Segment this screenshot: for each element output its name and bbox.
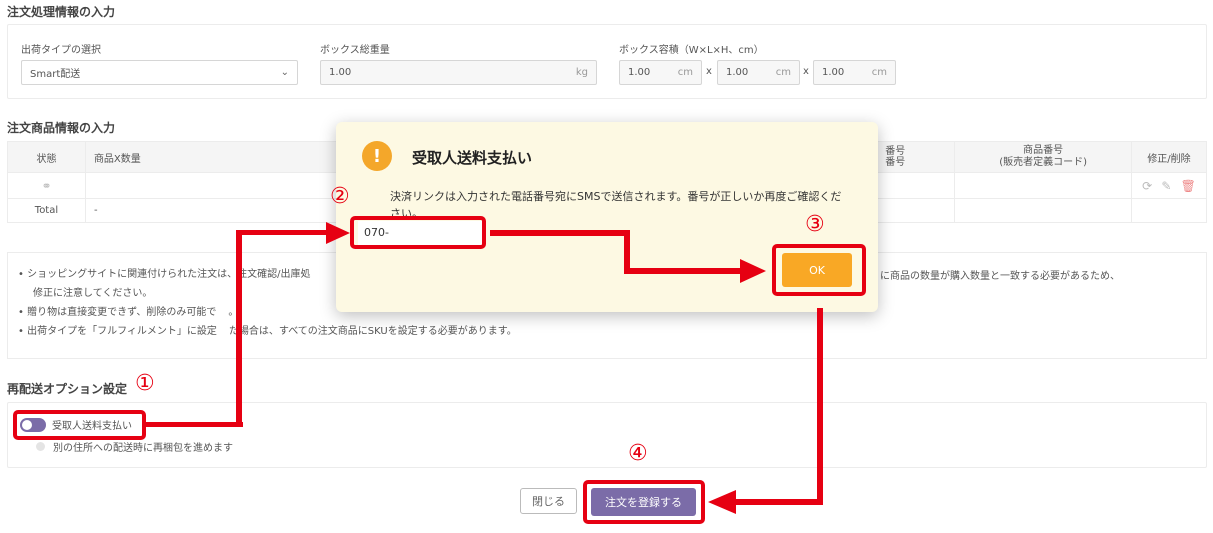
col-status: 状態 [7, 141, 86, 173]
annotation-line [236, 230, 242, 427]
dialog-message: 決済リンクは入力された電話番号宛にSMSで送信されます。番号が正しいか再度ご確認… [390, 190, 842, 216]
box-height-value: 1.00 [822, 67, 845, 78]
order-section-title: 注文処理情報の入力 [7, 5, 116, 19]
col-partial-line1: 番号 [885, 146, 906, 157]
box-width-value: 1.00 [628, 67, 651, 78]
arrow-right-icon [740, 259, 766, 283]
arrow-right-icon [326, 222, 350, 244]
note-line-2-text: • 贈り物は直接変更できず、削除のみ可能で [18, 307, 217, 318]
annotation-number-3: ③ [805, 212, 825, 237]
box-length-value: 1.00 [726, 67, 749, 78]
cm-unit: cm [775, 67, 791, 78]
box-height-input[interactable]: 1.00 cm [813, 60, 896, 85]
annotation-number-4: ④ [628, 441, 648, 466]
repack-radio[interactable] [36, 442, 45, 451]
box-length-input[interactable]: 1.00 cm [717, 60, 800, 85]
edit-icon[interactable]: ✎ [1161, 179, 1171, 193]
redelivery-title: 再配送オプション設定 [7, 382, 128, 396]
annotation-box-3 [772, 244, 866, 296]
cm-unit: cm [677, 67, 693, 78]
repack-label: 別の住所への配送時に再梱包を進めます [53, 443, 233, 454]
note-line-1-text: • ショッピングサイトに関連付けられた注文は、注文確認/出庫処 [18, 269, 311, 280]
annotation-line [735, 499, 823, 505]
shipping-type-select[interactable]: Smart配送 ⌄ [21, 60, 298, 85]
refresh-icon[interactable]: ⟳ [1142, 179, 1152, 193]
box-weight-unit: kg [575, 67, 588, 78]
order-panel: 出荷タイプの選択 Smart配送 ⌄ ボックス総重量 1.00 kg ボックス容… [7, 24, 1207, 99]
note-line-3-tail: た場合は、すべての注文商品にSKUを設定する必要があります。 [228, 326, 517, 337]
box-width-input[interactable]: 1.00 cm [619, 60, 702, 85]
box-weight-input[interactable]: 1.00 kg [320, 60, 597, 85]
actions-cell: ⟳ ✎ 🗑 [1131, 172, 1207, 199]
chevron-down-icon: ⌄ [280, 67, 289, 78]
shipping-type-value: Smart配送 [30, 69, 81, 80]
annotation-number-2: ② [330, 184, 350, 209]
total-empty-cell [1131, 198, 1207, 223]
redelivery-panel [7, 402, 1207, 468]
note-line-3-text: • 出荷タイプを「フルフィルメント」に設定 [18, 326, 217, 337]
shipping-type-label: 出荷タイプの選択 [21, 45, 101, 56]
col-seller-code-line1: 商品番号 [1023, 145, 1064, 156]
link-cell: ⚭ [7, 172, 86, 199]
annotation-box-1 [13, 410, 146, 440]
link-icon: ⚭ [41, 178, 52, 193]
box-weight-label: ボックス総重量 [320, 45, 390, 56]
arrow-left-icon [708, 490, 736, 514]
trash-icon[interactable]: 🗑 [1181, 179, 1196, 193]
dialog-title: 受取人送料支払い [412, 149, 533, 167]
items-section-title: 注文商品情報の入力 [7, 121, 116, 135]
x-separator: x [803, 66, 809, 77]
col-edit-delete: 修正/削除 [1131, 141, 1207, 173]
seller-code-cell [954, 172, 1133, 199]
annotation-number-1: ① [135, 371, 155, 396]
box-weight-value: 1.00 [329, 67, 352, 78]
note-line-3: • 出荷タイプを「フルフィルメント」に設定 た場合は、すべての注文商品にSKUを設… [18, 322, 1196, 341]
annotation-line [624, 268, 744, 274]
x-separator: x [706, 66, 712, 77]
annotation-line [236, 230, 336, 235]
close-button[interactable]: 閉じる [520, 488, 577, 514]
annotation-line [146, 422, 243, 427]
annotation-box-4 [583, 480, 705, 524]
cm-unit: cm [871, 67, 887, 78]
note-line-1-right: に商品の数量が購入数量と一致する必要があるため、 [880, 271, 1120, 282]
col-seller-code-line2: (販売者定義コード) [999, 157, 1087, 168]
annotation-line [817, 308, 823, 505]
col-partial-line2: 番号 [885, 157, 906, 168]
warning-icon: ! [362, 141, 392, 171]
repack-option-row[interactable]: 別の住所への配送時に再梱包を進めます [36, 439, 233, 454]
annotation-box-2 [350, 216, 486, 249]
total-label: Total [7, 198, 86, 223]
col-seller-code: 商品番号 (販売者定義コード) [954, 141, 1133, 173]
total-empty-cell [954, 198, 1133, 223]
box-volume-label: ボックス容積（W×L×H、cm） [619, 45, 764, 56]
annotation-line [490, 230, 630, 236]
